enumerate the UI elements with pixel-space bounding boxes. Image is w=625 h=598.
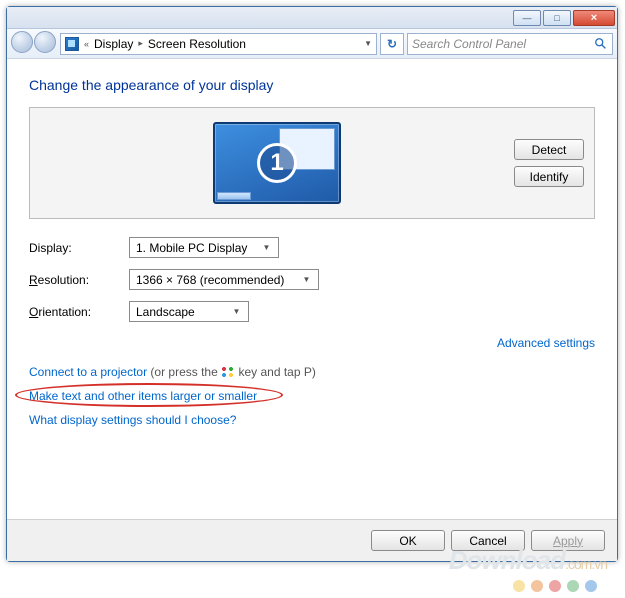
projector-hint-pre: (or press the	[150, 365, 221, 379]
refresh-button[interactable]: ↻	[380, 33, 404, 55]
settings-grid: Display: 1. Mobile PC Display ▼ Resoluti…	[29, 237, 595, 322]
windows-key-icon	[221, 366, 235, 378]
which-settings-link[interactable]: What display settings should I choose?	[29, 413, 236, 427]
nav-back-forward	[11, 31, 57, 57]
address-dropdown-icon[interactable]: ▼	[364, 39, 372, 48]
resolution-combo[interactable]: 1366 × 768 (recommended) ▼	[129, 269, 319, 290]
display-label: Display:	[29, 241, 129, 255]
breadcrumb-screen-resolution[interactable]: Screen Resolution	[148, 37, 246, 51]
ok-button[interactable]: OK	[371, 530, 445, 551]
nav-row: « Display ▸ Screen Resolution ▼ ↻ Search…	[7, 29, 617, 59]
resize-text-link[interactable]: Make text and other items larger or smal…	[29, 389, 257, 403]
display-value: 1. Mobile PC Display	[136, 241, 247, 255]
resolution-label: Resolution:	[29, 273, 129, 287]
dialog-button-bar: OK Cancel Apply	[7, 519, 617, 561]
display-combo[interactable]: 1. Mobile PC Display ▼	[129, 237, 279, 258]
search-icon	[594, 37, 608, 51]
back-button[interactable]	[11, 31, 33, 53]
orientation-value: Landscape	[136, 305, 195, 319]
chevron-right-icon: ▸	[138, 38, 143, 49]
identify-button[interactable]: Identify	[514, 166, 584, 187]
screen-resolution-window: — □ × « Display ▸ Screen Resolution ▼ ↻ …	[6, 6, 618, 562]
projector-hint-post: key and tap P)	[238, 365, 315, 379]
orientation-label: Orientation:	[29, 305, 129, 319]
search-placeholder: Search Control Panel	[412, 37, 526, 51]
close-button[interactable]: ×	[573, 10, 615, 26]
page-title: Change the appearance of your display	[29, 77, 595, 93]
search-input[interactable]: Search Control Panel	[407, 33, 613, 55]
control-panel-icon	[65, 37, 79, 51]
chevron-left-icon: «	[84, 39, 89, 49]
cancel-button[interactable]: Cancel	[451, 530, 525, 551]
resolution-value: 1366 × 768 (recommended)	[136, 273, 284, 287]
dropdown-icon: ▼	[229, 302, 244, 321]
maximize-button[interactable]: □	[543, 10, 571, 26]
breadcrumb-display[interactable]: Display	[94, 37, 133, 51]
monitor-taskbar-thumb	[217, 192, 251, 200]
orientation-combo[interactable]: Landscape ▼	[129, 301, 249, 322]
dropdown-icon: ▼	[299, 270, 314, 289]
detect-button[interactable]: Detect	[514, 139, 584, 160]
minimize-button[interactable]: —	[513, 10, 541, 26]
titlebar: — □ ×	[7, 7, 617, 29]
monitor-1[interactable]: 1	[213, 122, 341, 204]
content-area: Change the appearance of your display 1 …	[7, 59, 617, 442]
apply-button[interactable]: Apply	[531, 530, 605, 551]
dropdown-icon: ▼	[259, 238, 274, 257]
watermark-dots	[513, 580, 597, 592]
monitor-preview-box: 1 Detect Identify	[29, 107, 595, 219]
address-bar[interactable]: « Display ▸ Screen Resolution ▼	[60, 33, 377, 55]
connect-projector-link[interactable]: Connect to a projector	[29, 365, 147, 379]
monitor-number-badge: 1	[257, 143, 297, 183]
forward-button[interactable]	[34, 31, 56, 53]
advanced-settings-link[interactable]: Advanced settings	[497, 336, 595, 350]
